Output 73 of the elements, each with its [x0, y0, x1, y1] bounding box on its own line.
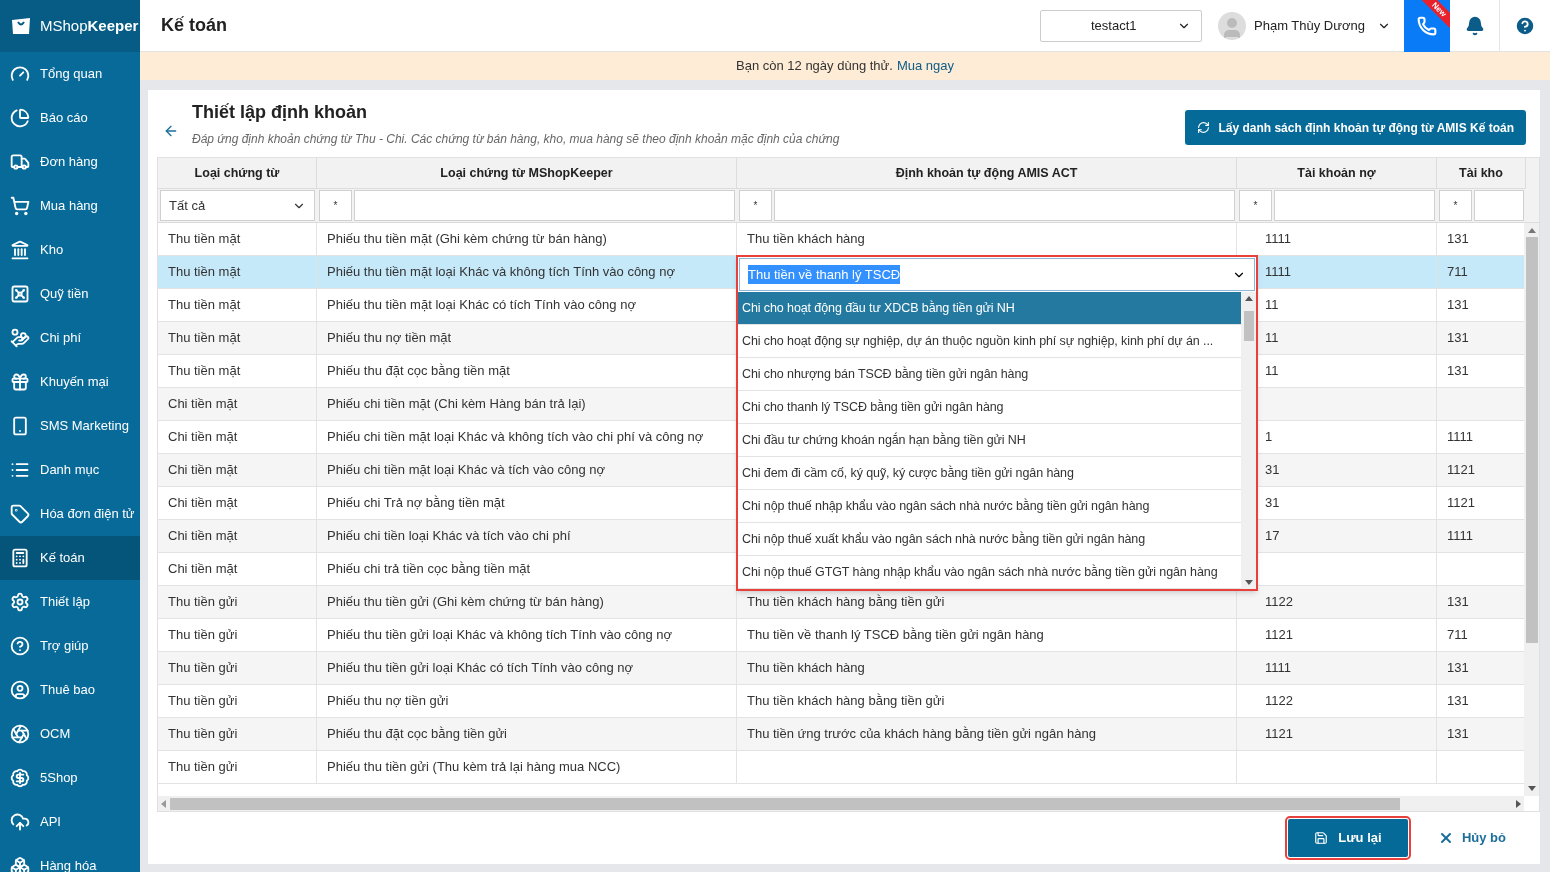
table-cell-text: 1111	[1447, 428, 1474, 447]
table-cell-text: Thu tiền khách hàng bằng tiền gửi	[747, 692, 945, 711]
table-cell-text: Phiếu thu nợ tiền mặt	[327, 329, 452, 348]
trial-text: Bạn còn 12 ngày dùng thử.	[736, 57, 893, 76]
table-cell-text: 1122	[1265, 593, 1293, 612]
table-cell-text: 1121	[1265, 626, 1293, 645]
table-cell-text: Phiếu thu tiền mặt loại Khác và không tích Tính vào công nợ	[327, 263, 675, 282]
table-cell-text: 1111	[1265, 659, 1292, 678]
table-cell-text: Phiếu chi tiền loại Khác và tích vào chi phí	[327, 527, 571, 546]
table-cell-text: Thu tiền khách hàng bằng tiền gửi	[747, 593, 945, 612]
table-cell-text: Phiếu chi tiền mặt loại Khác và không tích vào chi phí và công nợ	[327, 428, 704, 447]
table-cell-text: Phiếu thu đặt cọc bằng tiền mặt	[327, 362, 510, 381]
table-cell-text: Phiếu thu tiền mặt (Ghi kèm chứng từ bán hàng)	[327, 230, 607, 249]
table-cell-text: Thu tiền gửi	[168, 758, 238, 777]
table-cell-text: Thu tiền ứng trước của khách hàng bằng tiền gửi ngân hàng	[747, 725, 1097, 744]
table-cell-text: 1111	[1265, 263, 1292, 282]
table-cell-text: Phiếu thu tiền gửi loại Khác có tích Tính vào công nợ	[327, 659, 634, 678]
table-cell-text: 17	[1265, 527, 1280, 546]
table-cell-text: 711	[1447, 263, 1468, 282]
table-cell-text: Chi tiền mặt	[168, 527, 238, 546]
table-cell-text: 31	[1265, 461, 1280, 480]
logo-text: MShopKeeper	[40, 15, 139, 36]
page-heading: Kế toán	[161, 14, 227, 37]
table-cell-text: Thu tiền mặt	[168, 230, 241, 249]
table-cell-text: Thu tiền khách hàng	[747, 659, 865, 678]
table-cell-text: Thu tiền gửi	[168, 692, 238, 711]
table-cell-text: 1121	[1447, 494, 1475, 513]
table-cell-text: Phiếu thu tiền gửi (Thu kèm trả lại hàng mua NCC)	[327, 758, 621, 777]
table-cell-text: Phiếu thu tiền mặt loại Khác có tích Tính vào công nợ	[327, 296, 636, 315]
table-cell-text: 1121	[1265, 725, 1293, 744]
table-cell-text: Chi tiền mặt	[168, 494, 238, 513]
table-cell-text: Thu tiền gửi	[168, 659, 238, 678]
table-cell-text: 11	[1265, 362, 1279, 381]
table-cell-text: 1111	[1265, 230, 1292, 249]
table-cell-text: Chi tiền mặt	[168, 560, 238, 579]
table-cell-text: 131	[1447, 659, 1469, 678]
table-cell-text: 131	[1447, 692, 1469, 711]
table-cell-text: Chi tiền mặt	[168, 428, 238, 447]
table-cell-text: Thu tiền mặt	[168, 329, 241, 348]
page-subtitle: Đáp ứng định khoản chứng từ Thu - Chi. Các chứng từ bán hàng, kho, mua hàng sẽ theo định khoản mặc định của chứng	[192, 131, 840, 148]
table-cell-text: 11	[1265, 329, 1279, 348]
table-cell-text: Phiếu chi Trả nợ bằng tiền mặt	[327, 494, 505, 513]
table-cell-text: 711	[1447, 626, 1468, 645]
table-cell-text: Chi tiền mặt	[168, 395, 238, 414]
table-cell-text: 11	[1265, 296, 1279, 315]
table-cell-text: Thu tiền gửi	[168, 593, 238, 612]
table-cell-text: Thu tiền mặt	[168, 362, 241, 381]
table-cell-text: 131	[1447, 593, 1469, 612]
table-cell-text: 131	[1447, 362, 1469, 381]
table-cell-text: Phiếu thu tiền gửi (Ghi kèm chứng từ bán hàng)	[327, 593, 604, 612]
table-cell-text: Phiếu thu nợ tiền gửi	[327, 692, 449, 711]
table-cell-text: 1	[1265, 428, 1273, 447]
table-cell-text: 1111	[1447, 527, 1474, 546]
table-cell-text: Phiếu thu đặt cọc bằng tiền gửi	[327, 725, 507, 744]
table-cell-text: 131	[1447, 296, 1469, 315]
table-cell-text: Phiếu chi trả tiền cọc bằng tiền mặt	[327, 560, 531, 579]
table-cell-text: Phiếu thu tiền gửi loại Khác và không tích Tính vào công nợ	[327, 626, 673, 645]
table-cell-text: Thu tiền về thanh lý TSCĐ bằng tiền gửi ngân hàng	[747, 626, 1044, 645]
table-cell-text: 131	[1447, 725, 1469, 744]
table-cell-text: 1121	[1447, 461, 1475, 480]
table-cell-text: Phiếu chi tiền mặt loại Khác và tích vào công nợ	[327, 461, 606, 480]
table-cell-text: Chi tiền mặt	[168, 461, 238, 480]
table-cell-text: Thu tiền khách hàng	[747, 230, 865, 249]
page-title: Thiết lập định khoản	[192, 101, 368, 124]
table-cell-text: Thu tiền gửi	[168, 725, 238, 744]
table-cell-text: Thu tiền mặt	[168, 263, 241, 282]
table-cell-text: Thu tiền mặt	[168, 296, 241, 315]
table-cell-text: Phiếu chi tiền mặt (Chi kèm Hàng bán trả lại)	[327, 395, 586, 414]
table-cell-text: Thu tiền gửi	[168, 626, 238, 645]
table-cell-text: 31	[1265, 494, 1280, 513]
table-cell-text: 131	[1447, 329, 1469, 348]
table-cell-text: 1122	[1265, 692, 1293, 711]
table-cell-text: 131	[1447, 230, 1469, 249]
